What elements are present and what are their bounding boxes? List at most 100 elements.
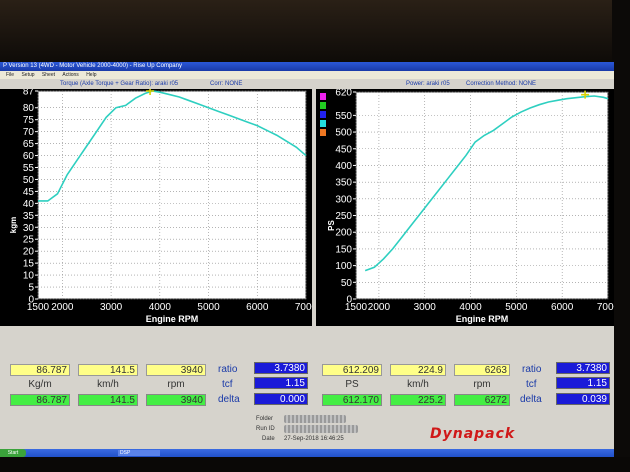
power-x-axis-label: Engine RPM bbox=[456, 314, 509, 324]
power-plot-area bbox=[355, 91, 609, 300]
power-y-tick-label: 550 bbox=[335, 111, 352, 122]
left-unit-kgm: Kg/m bbox=[28, 379, 52, 390]
power-chart-corr: Correction Method: NONE bbox=[466, 81, 537, 87]
power-y-tick-label: 400 bbox=[335, 161, 352, 172]
left-unit-rpm: rpm bbox=[167, 379, 185, 390]
power-legend-swatch bbox=[320, 111, 326, 118]
power-legend-swatch bbox=[320, 120, 326, 127]
torque-x-tick-label: 4000 bbox=[149, 302, 172, 313]
torque-y-tick-label: 40 bbox=[23, 199, 35, 210]
power-chart: 1500200030004000500060007000050100150200… bbox=[320, 89, 614, 324]
right-bot-ps: 612.170 bbox=[322, 394, 382, 406]
left-tcf-label: tcf bbox=[222, 379, 233, 390]
left-ratio-label: ratio bbox=[218, 364, 238, 375]
torque-y-tick-label: 25 bbox=[23, 235, 35, 246]
folder-value-redacted bbox=[284, 415, 346, 423]
power-x-tick-label: 3000 bbox=[414, 302, 437, 313]
torque-y-axis-label: kgm bbox=[9, 217, 18, 233]
torque-y-tick-label: 35 bbox=[23, 211, 35, 222]
power-y-tick-label: 200 bbox=[335, 228, 352, 239]
power-legend-swatch bbox=[320, 129, 326, 136]
right-tcf-label: tcf bbox=[526, 379, 537, 390]
right-delta-label: delta bbox=[520, 394, 542, 405]
torque-y-tick-label: 55 bbox=[23, 163, 35, 174]
power-x-tick-label: 7000 bbox=[597, 302, 614, 313]
torque-chart-corr: Corr: NONE bbox=[210, 81, 243, 87]
menu-help[interactable]: Help bbox=[86, 71, 96, 79]
menu-setup[interactable]: Setup bbox=[21, 71, 34, 79]
torque-x-tick-label: 5000 bbox=[197, 302, 220, 313]
right-unit-ps: PS bbox=[345, 379, 359, 390]
power-y-tick-label: 350 bbox=[335, 178, 352, 189]
torque-y-tick-label: 80 bbox=[23, 103, 35, 114]
left-unit-kmh: km/h bbox=[97, 379, 119, 390]
menu-file[interactable]: File bbox=[6, 71, 14, 79]
torque-y-tick-label: 50 bbox=[23, 175, 35, 186]
power-x-tick-label: 6000 bbox=[551, 302, 574, 313]
power-y-tick-label: 100 bbox=[335, 261, 352, 272]
left-bot-kgm: 86.787 bbox=[10, 394, 70, 406]
menu-sheet[interactable]: Sheet bbox=[42, 71, 55, 79]
start-button[interactable]: Start bbox=[0, 449, 26, 457]
taskbar-item-dsp[interactable]: DSP bbox=[118, 450, 160, 456]
right-bot-kmh: 225.2 bbox=[390, 394, 446, 406]
torque-y-tick-label: 75 bbox=[23, 115, 35, 126]
torque-y-tick-label: 30 bbox=[23, 223, 35, 234]
readouts-panel: 86.787 141.5 3940 Kg/m km/h rpm 86.787 1… bbox=[0, 354, 614, 409]
left-bot-rpm: 3940 bbox=[146, 394, 206, 406]
torque-chart: 1500200030004000500060007000051015202530… bbox=[9, 89, 312, 324]
power-x-tick-label: 5000 bbox=[505, 302, 528, 313]
taskbar: Start DSP bbox=[0, 449, 614, 457]
right-unit-kmh: km/h bbox=[407, 379, 429, 390]
right-top-ps: 612.209 bbox=[322, 364, 382, 376]
right-unit-rpm: rpm bbox=[473, 379, 491, 390]
power-chart-header: Power: araki r05 Correction Method: NONE bbox=[316, 79, 614, 89]
torque-y-tick-label: 45 bbox=[23, 187, 35, 198]
left-ratio-value: 3.7380 bbox=[254, 362, 308, 374]
torque-x-tick-label: 7000 bbox=[295, 302, 312, 313]
runid-value-redacted bbox=[284, 425, 358, 433]
power-y-axis-label: PS bbox=[327, 220, 336, 231]
menu-actions[interactable]: Actions bbox=[62, 71, 78, 79]
monitor-bezel-right bbox=[612, 0, 630, 472]
screen: P Version 13 (4WD - Motor Vehicle 2000-4… bbox=[0, 62, 614, 457]
power-y-tick-label: 250 bbox=[335, 211, 352, 222]
torque-y-tick-label: 15 bbox=[23, 259, 35, 270]
date-value: 27-Sep-2018 16:46:25 bbox=[284, 436, 344, 442]
left-bot-kmh: 141.5 bbox=[78, 394, 138, 406]
torque-y-tick-label: 20 bbox=[23, 247, 35, 258]
torque-x-tick-label: 6000 bbox=[246, 302, 269, 313]
left-top-kmh: 141.5 bbox=[78, 364, 138, 376]
torque-y-tick-label: 60 bbox=[23, 151, 35, 162]
power-x-tick-label: 2000 bbox=[368, 302, 391, 313]
torque-x-tick-label: 2000 bbox=[51, 302, 74, 313]
runid-label: Run ID bbox=[256, 426, 275, 432]
power-legend-swatch bbox=[320, 93, 326, 100]
torque-y-tick-label: 5 bbox=[28, 283, 34, 294]
torque-y-tick-label: 65 bbox=[23, 139, 35, 150]
torque-y-tick-label: 10 bbox=[23, 271, 35, 282]
right-tcf-value: 1.15 bbox=[556, 377, 610, 389]
power-y-tick-label: 450 bbox=[335, 144, 352, 155]
left-top-rpm: 3940 bbox=[146, 364, 206, 376]
power-y-tick-label: 0 bbox=[346, 295, 352, 306]
right-top-rpm: 6263 bbox=[454, 364, 510, 376]
right-ratio-label: ratio bbox=[522, 364, 542, 375]
window-titlebar: P Version 13 (4WD - Motor Vehicle 2000-4… bbox=[0, 62, 614, 71]
power-y-tick-label: 500 bbox=[335, 128, 352, 139]
monitor-bezel-bottom bbox=[0, 457, 630, 472]
torque-y-tick-label: 87 bbox=[23, 89, 35, 98]
left-top-kgm: 86.787 bbox=[10, 364, 70, 376]
dynapack-logo: Dynapack bbox=[430, 426, 516, 442]
power-y-tick-label: 50 bbox=[341, 278, 353, 289]
torque-plot-area bbox=[37, 90, 307, 300]
menu-bar: File Setup Sheet Actions Help bbox=[0, 71, 614, 79]
torque-y-tick-label: 0 bbox=[28, 295, 34, 306]
folder-label: Folder bbox=[256, 416, 274, 422]
left-tcf-value: 1.15 bbox=[254, 377, 308, 389]
power-legend-swatch bbox=[320, 102, 326, 109]
torque-chart-title: Torque (Axle Torque + Gear Ratio): araki… bbox=[60, 81, 179, 87]
date-label: Date bbox=[262, 436, 275, 442]
right-ratio-value: 3.7380 bbox=[556, 362, 610, 374]
power-y-tick-label: 300 bbox=[335, 194, 352, 205]
